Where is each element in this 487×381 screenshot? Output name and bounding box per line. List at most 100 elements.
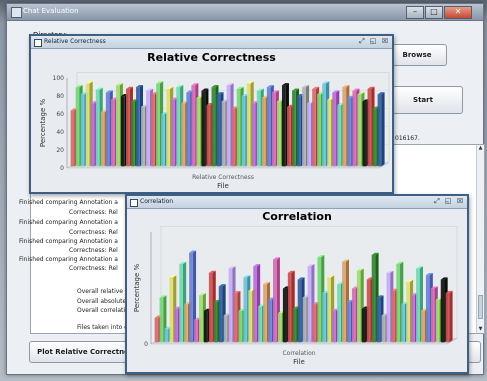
- bar: [218, 286, 223, 343]
- y-tick-label: 40: [56, 129, 64, 136]
- close-icon[interactable]: ☒: [456, 197, 464, 205]
- bar: [95, 89, 100, 167]
- bar: [159, 297, 164, 343]
- bar: [90, 103, 95, 167]
- scroll-thumb[interactable]: [478, 295, 483, 319]
- bar: [141, 106, 145, 167]
- bar: [391, 290, 396, 343]
- bar: [327, 99, 332, 167]
- plot-relative-button[interactable]: Plot Relative Correctne: [29, 341, 137, 363]
- bar: [80, 94, 85, 167]
- bar: [179, 263, 183, 343]
- maximize-icon[interactable]: ◱: [369, 37, 377, 45]
- y-tick-label: 80: [56, 93, 64, 100]
- relative-window-title: Relative Correctness: [44, 38, 106, 45]
- bar: [297, 96, 301, 167]
- x-axis-title: File: [293, 358, 305, 366]
- bar: [277, 313, 282, 343]
- minimize-icon[interactable]: –: [406, 6, 424, 19]
- bar: [115, 85, 120, 167]
- bar: [361, 308, 366, 343]
- x-axis-title: File: [217, 182, 229, 190]
- bar: [312, 304, 317, 343]
- bar: [161, 114, 165, 167]
- bar-side: [381, 92, 385, 167]
- correlation-chart: 0 CorrelationFile Percentage %: [133, 226, 458, 366]
- bar: [416, 268, 420, 343]
- bar: [228, 268, 233, 343]
- bar: [271, 92, 276, 167]
- close-icon[interactable]: ✕: [444, 6, 472, 19]
- restore-icon[interactable]: ⤢: [433, 197, 441, 205]
- start-button[interactable]: Start: [383, 86, 463, 114]
- bar: [221, 101, 226, 167]
- y-axis-title: Percentage %: [39, 99, 47, 148]
- bar: [136, 87, 140, 167]
- bar: [276, 101, 281, 167]
- bar: [268, 299, 272, 343]
- relative-correctness-window: Relative Correctness ⤢ ◱ ☒ Relative Corr…: [29, 34, 394, 194]
- bar: [292, 90, 296, 167]
- bar: [287, 272, 292, 343]
- log-scrollbar[interactable]: ▲ ▼: [476, 145, 484, 333]
- maximize-icon[interactable]: □: [425, 6, 443, 19]
- log-line: Correctness: Rel: [69, 265, 118, 272]
- bar: [184, 304, 188, 343]
- y-tick-label: 60: [56, 111, 64, 118]
- bar: [100, 112, 105, 167]
- bar: [302, 87, 306, 167]
- bar: [273, 259, 277, 343]
- bar: [238, 310, 243, 343]
- bar: [176, 87, 181, 167]
- bar: [181, 103, 186, 167]
- category-label: Relative Correctness: [192, 174, 254, 181]
- bar: [425, 275, 430, 343]
- bar: [233, 293, 238, 343]
- bar: [186, 92, 191, 167]
- log-line: Overall relative co: [77, 288, 132, 295]
- bar: [367, 88, 372, 167]
- bar: [156, 83, 160, 167]
- bar-side: [449, 290, 453, 343]
- close-icon[interactable]: ☒: [381, 37, 389, 45]
- bar: [371, 254, 376, 343]
- bar: [154, 317, 159, 343]
- bar: [421, 310, 425, 343]
- browse-button[interactable]: Browse: [387, 44, 447, 66]
- bar: [206, 105, 211, 167]
- log-line: Correctness: Rel: [69, 209, 118, 216]
- relative-chart: 0 20 40 60 80 100 Relative CorrectnessFile Perc…: [39, 72, 390, 190]
- relative-titlebar[interactable]: Relative Correctness ⤢ ◱ ☒: [31, 36, 392, 49]
- restore-icon[interactable]: ⤢: [358, 37, 366, 45]
- bar: [357, 94, 362, 167]
- bar: [263, 284, 267, 343]
- maximize-icon[interactable]: ◱: [444, 197, 452, 205]
- bar: [110, 99, 115, 167]
- bar: [105, 92, 110, 167]
- log-line: Finished comparing Annotation a: [19, 238, 118, 245]
- log-line: Finished comparing Annotation a: [19, 199, 118, 206]
- log-line: Overall absolute c: [77, 298, 132, 305]
- bar: [281, 85, 286, 167]
- bar: [261, 97, 266, 167]
- chart-title: Correlation: [262, 210, 332, 223]
- bar: [246, 83, 251, 167]
- bar: [430, 288, 435, 343]
- main-titlebar[interactable]: Chat Evaluation – □ ✕: [7, 4, 483, 21]
- bar: [226, 85, 231, 167]
- bar: [317, 94, 321, 167]
- bar: [151, 94, 155, 167]
- category-label: Correlation: [282, 350, 315, 357]
- bar: [376, 297, 381, 343]
- correlation-titlebar[interactable]: Correlation ⤢ ◱ ☒: [127, 196, 467, 209]
- bar: [337, 105, 342, 167]
- bar: [146, 90, 150, 167]
- bar: [381, 315, 386, 343]
- bar: [203, 310, 208, 343]
- bar: [297, 279, 302, 343]
- y-tick-label: 20: [56, 147, 64, 154]
- bar: [251, 103, 256, 167]
- bar: [337, 284, 341, 343]
- scroll-up-icon[interactable]: ▲: [477, 145, 484, 152]
- scroll-down-icon[interactable]: ▼: [477, 326, 484, 333]
